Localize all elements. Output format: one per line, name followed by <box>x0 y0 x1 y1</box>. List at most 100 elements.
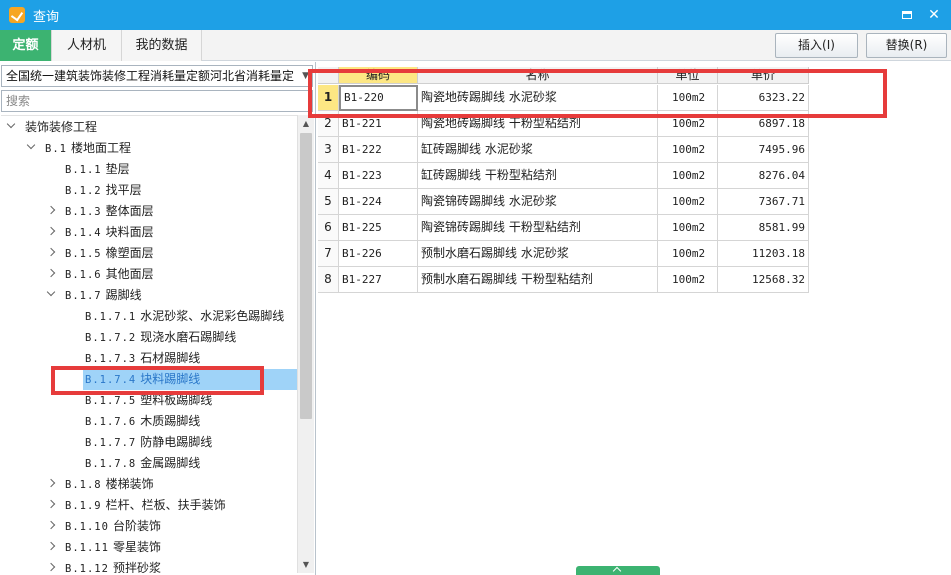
table-cell-no[interactable]: 7 <box>318 241 339 267</box>
table-cell-price[interactable]: 11203.18 <box>718 241 809 267</box>
replace-button[interactable]: 替换(R) <box>866 33 947 58</box>
tree-item[interactable]: B.1.7.7 防静电踢脚线 <box>1 432 297 453</box>
tree-item[interactable]: B.1.7.1 水泥砂浆、水泥彩色踢脚线 <box>1 306 297 327</box>
collapse-arrow-icon[interactable] <box>7 122 17 132</box>
tree-item-label: 装饰装修工程 <box>25 120 98 134</box>
insert-button[interactable]: 插入(I) <box>775 33 858 58</box>
table-cell-code[interactable]: B1-227 <box>339 267 418 293</box>
title-bar: 查询 ✕ <box>0 0 951 30</box>
tree-item[interactable]: B.1.4 块料面层 <box>1 222 297 243</box>
expand-arrow-icon[interactable] <box>47 269 57 279</box>
table-cell-price[interactable]: 12568.32 <box>718 267 809 293</box>
search-input[interactable] <box>1 90 313 112</box>
tree-item-code: B.1.12 <box>65 563 109 573</box>
tree-item[interactable]: B.1.5 橡塑面层 <box>1 243 297 264</box>
table-cell-name[interactable]: 陶瓷地砖踢脚线 水泥砂浆 <box>418 85 658 111</box>
tree-item[interactable]: B.1.8 楼梯装饰 <box>1 474 297 495</box>
table-cell-no[interactable]: 4 <box>318 163 339 189</box>
table-cell-price[interactable]: 6897.18 <box>718 111 809 137</box>
table-cell-unit[interactable]: 100m2 <box>658 215 718 241</box>
scroll-up-icon[interactable]: ▲ <box>298 115 314 132</box>
expand-arrow-icon[interactable] <box>47 248 57 258</box>
table-cell-price[interactable]: 7367.71 <box>718 189 809 215</box>
table-cell-no[interactable]: 1 <box>318 85 339 111</box>
column-header[interactable]: 编码 <box>339 67 418 84</box>
collapse-arrow-icon[interactable] <box>47 290 57 300</box>
column-header[interactable]: 名称 <box>418 67 658 84</box>
scroll-thumb[interactable] <box>300 133 312 419</box>
table-cell-name[interactable]: 缸砖踢脚线 干粉型粘结剂 <box>418 163 658 189</box>
table-cell-code[interactable]: B1-223 <box>339 163 418 189</box>
library-select[interactable]: 全国统一建筑装饰装修工程消耗量定额河北省消耗量定 ▼ <box>1 65 313 87</box>
table-cell-name[interactable]: 陶瓷锦砖踢脚线 水泥砂浆 <box>418 189 658 215</box>
close-button[interactable]: ✕ <box>925 6 943 24</box>
table-cell-unit[interactable]: 100m2 <box>658 241 718 267</box>
tree-item[interactable]: B.1.7.4 块料踢脚线 <box>83 369 297 390</box>
table-cell-code[interactable]: B1-221 <box>339 111 418 137</box>
expand-arrow-icon[interactable] <box>47 206 57 216</box>
table-cell-no[interactable]: 6 <box>318 215 339 241</box>
table-cell-name[interactable]: 陶瓷锦砖踢脚线 干粉型粘结剂 <box>418 215 658 241</box>
table-cell-code[interactable]: B1-222 <box>339 137 418 163</box>
table-cell-price[interactable]: 8581.99 <box>718 215 809 241</box>
tree-item[interactable]: B.1.11 零星装饰 <box>1 537 297 558</box>
tree-item[interactable]: B.1.7.3 石材踢脚线 <box>1 348 297 369</box>
tree-item[interactable]: B.1 楼地面工程 <box>1 138 297 159</box>
table-cell-unit[interactable]: 100m2 <box>658 85 718 111</box>
tree-item[interactable]: B.1.6 其他面层 <box>1 264 297 285</box>
tree-item-label: 石材踢脚线 <box>140 351 201 365</box>
table-cell-price[interactable]: 7495.96 <box>718 137 809 163</box>
tree-item-label: 零星装饰 <box>112 540 161 554</box>
tree-item[interactable]: B.1.1 垫层 <box>1 159 297 180</box>
collapse-arrow-icon[interactable] <box>27 143 37 153</box>
tree-item[interactable]: B.1.7.2 现浇水磨石踢脚线 <box>1 327 297 348</box>
table-cell-no[interactable]: 8 <box>318 267 339 293</box>
table-cell-code[interactable]: B1-225 <box>339 215 418 241</box>
tree-item[interactable]: B.1.10 台阶装饰 <box>1 516 297 537</box>
tree-item[interactable]: B.1.2 找平层 <box>1 180 297 201</box>
table-cell-price[interactable]: 8276.04 <box>718 163 809 189</box>
expand-arrow-icon[interactable] <box>47 227 57 237</box>
table-cell-code[interactable]: B1-224 <box>339 189 418 215</box>
table-cell-name[interactable]: 陶瓷地砖踢脚线 干粉型粘结剂 <box>418 111 658 137</box>
tree-item[interactable]: B.1.7.6 木质踢脚线 <box>1 411 297 432</box>
expand-arrow-icon[interactable] <box>47 521 57 531</box>
table-cell-unit[interactable]: 100m2 <box>658 189 718 215</box>
table-cell-no[interactable]: 5 <box>318 189 339 215</box>
table-cell-no[interactable]: 2 <box>318 111 339 137</box>
expand-arrow-icon[interactable] <box>47 542 57 552</box>
tree-item[interactable]: B.1.9 栏杆、栏板、扶手装饰 <box>1 495 297 516</box>
table-cell-code[interactable]: B1-226 <box>339 241 418 267</box>
table-cell-unit[interactable]: 100m2 <box>658 111 718 137</box>
tree-item[interactable]: B.1.7.8 金属踢脚线 <box>1 453 297 474</box>
table-cell-name[interactable]: 缸砖踢脚线 水泥砂浆 <box>418 137 658 163</box>
expand-arrow-icon[interactable] <box>47 563 57 573</box>
expand-arrow-icon[interactable] <box>47 500 57 510</box>
tree-item[interactable]: B.1.7 踢脚线 <box>1 285 297 306</box>
tree-item[interactable]: B.1.7.5 塑料板踢脚线 <box>1 390 297 411</box>
dropdown-arrow-icon: ▼ <box>302 71 309 81</box>
table-cell-name[interactable]: 预制水磨石踢脚线 水泥砂浆 <box>418 241 658 267</box>
table-cell-no[interactable]: 3 <box>318 137 339 163</box>
maximize-button[interactable] <box>898 6 916 24</box>
tab-labor-material-machine[interactable]: 人材机 <box>52 30 122 61</box>
tree-scrollbar[interactable]: ▲ ▼ <box>297 115 314 573</box>
tree-item-code: B.1.7.8 <box>85 458 137 470</box>
column-header[interactable]: 单价 <box>718 67 809 84</box>
tree-item[interactable]: B.1.3 整体面层 <box>1 201 297 222</box>
table-cell-name[interactable]: 预制水磨石踢脚线 干粉型粘结剂 <box>418 267 658 293</box>
tree-item[interactable]: B.1.12 预拌砂浆 <box>1 558 297 573</box>
expand-arrow-icon[interactable] <box>47 479 57 489</box>
expand-panel-button[interactable] <box>576 566 660 575</box>
scroll-down-icon[interactable]: ▼ <box>298 556 314 573</box>
column-header[interactable]: 单位 <box>658 67 718 84</box>
table-cell-unit[interactable]: 100m2 <box>658 163 718 189</box>
table-cell-price[interactable]: 6323.22 <box>718 85 809 111</box>
table-cell-code[interactable]: B1-220 <box>339 85 418 111</box>
tree-item[interactable]: 装饰装修工程 <box>1 117 297 138</box>
table-cell-unit[interactable]: 100m2 <box>658 267 718 293</box>
tab-quota[interactable]: 定额 <box>0 30 52 61</box>
tree-item-code: B.1.5 <box>65 248 102 260</box>
table-cell-unit[interactable]: 100m2 <box>658 137 718 163</box>
tab-my-data[interactable]: 我的数据 <box>122 30 202 61</box>
